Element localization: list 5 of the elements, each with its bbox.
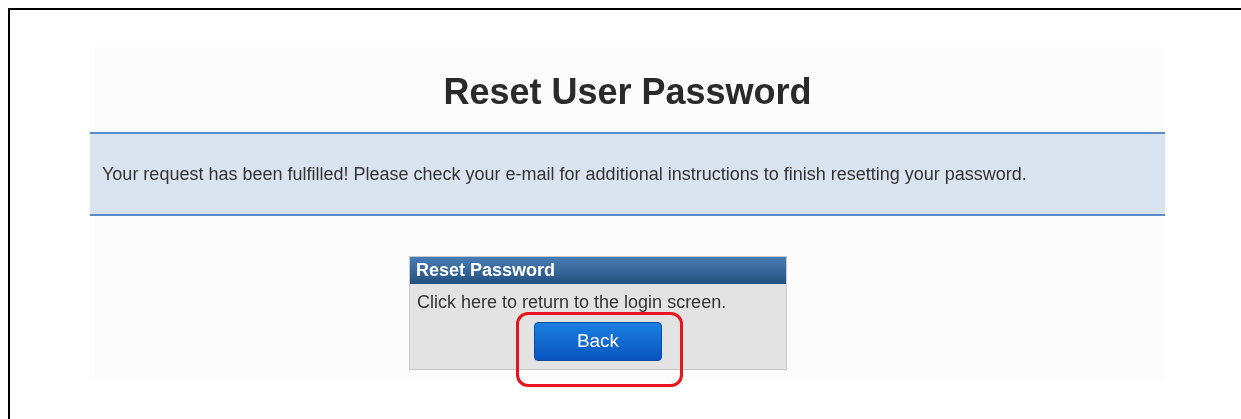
- back-button[interactable]: Back: [534, 322, 662, 361]
- card-title: Reset Password: [416, 259, 556, 282]
- message-text: Your request has been fulfilled! Please check your e-mail for additional instructions to finish resetting your password.: [102, 162, 1027, 186]
- page-title: Reset User Password: [443, 69, 812, 114]
- card-text: Click here to return to the login screen.: [417, 292, 727, 312]
